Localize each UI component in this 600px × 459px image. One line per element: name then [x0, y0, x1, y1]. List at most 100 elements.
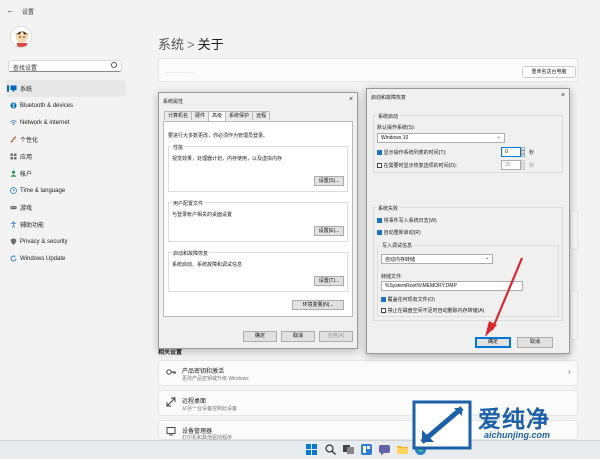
- write-log-checkbox[interactable]: [377, 217, 382, 223]
- group-title: 系统失败: [377, 205, 400, 212]
- close-icon[interactable]: ×: [349, 96, 353, 103]
- group-desc: 视觉效果，处理器计划，内存使用，以及虚拟内存: [172, 156, 283, 162]
- show-os-list-checkbox[interactable]: [377, 149, 382, 155]
- sidebar-item-label: Network & internet: [20, 119, 70, 126]
- device-name-text: ··········: [166, 70, 196, 76]
- person-icon: [10, 170, 17, 177]
- debug-type-select[interactable]: 自动内存转储 ⌄: [381, 254, 493, 264]
- sidebar-item-gaming[interactable]: 游戏: [6, 199, 126, 216]
- related-item-title: 远程桌面: [182, 399, 207, 405]
- file-explorer-icon[interactable]: [396, 443, 409, 456]
- show-recovery-row: 在需要时显示恢复选项的时间(D):: [377, 162, 457, 169]
- startup-recovery-group: [168, 252, 348, 292]
- overwrite-checkbox[interactable]: [381, 296, 386, 302]
- monitor-icon: [10, 85, 17, 92]
- sidebar-item-time-language[interactable]: Time & language: [6, 182, 126, 199]
- performance-settings-button[interactable]: 设置(S)...: [314, 176, 344, 186]
- group-title: 性能: [172, 144, 185, 151]
- dialog-title: 系统属性: [163, 99, 184, 105]
- search-icon[interactable]: [324, 443, 337, 456]
- overwrite-row: 覆盖任何现有文件(O): [381, 296, 435, 303]
- tab-advanced[interactable]: 高级: [208, 111, 227, 121]
- breadcrumb-parent[interactable]: 系统: [158, 37, 184, 52]
- breadcrumb-separator: >: [187, 37, 195, 52]
- search-icon[interactable]: [111, 62, 117, 68]
- advanced-tab-panel: 要进行大多数更改，你必须作为管理员登录。 性能 视觉效果，处理器计划，内存使用，…: [163, 121, 353, 317]
- sidebar-item-label: Windows Update: [20, 255, 66, 262]
- app-title: 设置: [22, 10, 35, 16]
- show-recovery-time-input[interactable]: 30: [501, 160, 521, 170]
- tab-hardware[interactable]: 硬件: [191, 111, 210, 120]
- environment-variables-button[interactable]: 环境变量(N)...: [292, 300, 344, 310]
- globe-clock-icon: [10, 187, 17, 194]
- group-desc: 与登录帐户相关的桌面设置: [172, 212, 233, 218]
- disable-auto-delete-row: 禁止在磁盘空间不足时自动删除内存转储(A): [381, 307, 484, 314]
- avatar-cartoon-icon: [15, 31, 29, 47]
- write-log-label: 将事件写入系统日志(W): [383, 218, 437, 224]
- auto-restart-label: 自动重新启动(R): [383, 230, 421, 236]
- close-icon[interactable]: ×: [561, 92, 565, 99]
- sidebar-nav: 系统 Bluetooth & devices Network & interne…: [6, 80, 126, 267]
- default-os-value: Windows 10: [381, 135, 409, 141]
- auto-restart-checkbox[interactable]: [377, 229, 382, 235]
- dump-file-label: 转储文件:: [381, 274, 403, 280]
- shield-icon: [10, 238, 17, 245]
- related-item-subtitle: 从另一台设备控制此设备: [182, 406, 238, 412]
- seconds-unit-label: 秒: [529, 150, 535, 156]
- apply-button[interactable]: 应用(A): [319, 331, 353, 342]
- widgets-icon[interactable]: [360, 443, 373, 456]
- sidebar-item-accounts[interactable]: 帐户: [6, 165, 126, 182]
- chevron-down-icon: ⌄: [496, 134, 501, 140]
- sidebar-item-label: 应用: [20, 155, 33, 161]
- spinner-arrows-icon[interactable]: ▴ ▾: [521, 160, 525, 170]
- group-title: 用户配置文件: [172, 200, 205, 207]
- tab-strip: 计算机名 硬件 高级 系统保护 远程: [164, 111, 271, 121]
- sidebar-item-system[interactable]: 系统: [6, 80, 126, 97]
- chat-icon[interactable]: [378, 443, 391, 456]
- sidebar-item-personalization[interactable]: 个性化: [6, 131, 126, 148]
- sidebar-item-label: 辅助功能: [20, 223, 45, 229]
- show-os-list-label: 显示操作系统列表的时间(T):: [383, 150, 447, 156]
- rename-pc-button[interactable]: 重命名这台电脑: [522, 66, 576, 78]
- apps-icon: [10, 153, 17, 160]
- disable-auto-delete-checkbox[interactable]: [381, 307, 386, 313]
- default-os-label: 默认操作系统(S):: [377, 125, 416, 131]
- sidebar-item-bluetooth[interactable]: Bluetooth & devices: [6, 97, 126, 114]
- sidebar-item-windows-update[interactable]: Windows Update: [6, 250, 126, 267]
- accessibility-icon: [10, 221, 17, 228]
- windows-start-icon[interactable]: [305, 443, 318, 456]
- show-recovery-checkbox[interactable]: [377, 162, 382, 168]
- ok-button[interactable]: 确定: [243, 331, 277, 342]
- avatar[interactable]: [10, 26, 32, 48]
- breadcrumb: 系统 > 关于: [158, 34, 224, 53]
- sidebar-item-accessibility[interactable]: 辅助功能: [6, 216, 126, 233]
- tab-remote[interactable]: 远程: [252, 111, 271, 120]
- search-input[interactable]: 查找设置: [8, 60, 122, 72]
- startup-recovery-settings-button[interactable]: 设置(T)...: [314, 276, 344, 286]
- tab-system-protection[interactable]: 系统保护: [225, 111, 254, 120]
- tab-computer-name[interactable]: 计算机名: [164, 111, 193, 120]
- sidebar-item-label: Time & language: [20, 187, 66, 194]
- remote-icon: [166, 397, 176, 407]
- admin-note: 要进行大多数更改，你必须作为管理员登录。: [168, 133, 269, 139]
- show-os-list-time-input[interactable]: 0: [501, 147, 521, 157]
- group-title: 写入调试信息: [381, 242, 414, 249]
- cancel-button[interactable]: 取消: [281, 331, 315, 342]
- sidebar-item-privacy[interactable]: Privacy & security: [6, 233, 126, 250]
- page-title: 关于: [197, 37, 224, 52]
- user-profiles-settings-button[interactable]: 设置(E)...: [314, 226, 344, 236]
- sidebar-item-label: 系统: [20, 87, 33, 93]
- debug-type-value: 自动内存转储: [385, 257, 416, 263]
- back-arrow-icon[interactable]: ←: [6, 5, 15, 15]
- sidebar-item-network[interactable]: Network & internet: [6, 114, 126, 131]
- sidebar-item-apps[interactable]: 应用: [6, 148, 126, 165]
- default-os-select[interactable]: Windows 10 ⌄: [377, 133, 505, 143]
- sidebar-item-label: Bluetooth & devices: [20, 102, 74, 109]
- update-icon: [10, 255, 17, 262]
- spinner-arrows-icon[interactable]: ▴ ▾: [521, 147, 525, 157]
- sidebar-item-label: 帐户: [20, 172, 33, 178]
- task-view-icon[interactable]: [342, 443, 355, 456]
- settings-card-edge: [570, 290, 578, 340]
- watermark-url: aichunjing.com: [484, 430, 551, 440]
- device-name-card: [158, 58, 578, 82]
